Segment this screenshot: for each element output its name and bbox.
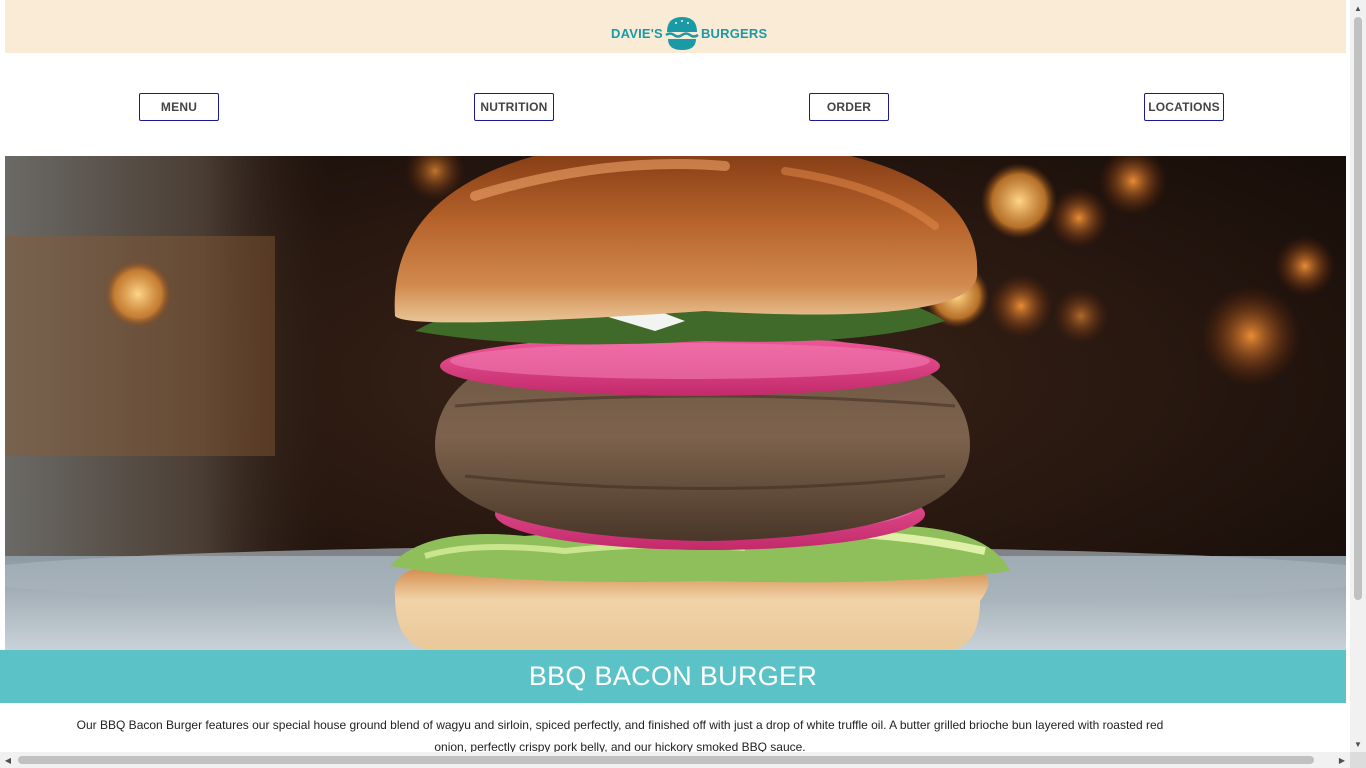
nav-nutrition-button[interactable]: NUTRITION [474,93,554,121]
burger-title: BBQ BACON BURGER [528,661,818,691]
brand-right-word: BURGERS [700,25,768,41]
nav-locations-button[interactable]: LOCATIONS [1144,93,1224,121]
burger-icon [665,17,699,50]
vertical-scroll-thumb[interactable] [1354,17,1362,600]
burger-photo [5,156,1346,650]
brand-left-word: DAVIE'S [611,25,663,41]
horizontal-scrollbar[interactable]: ◀ ▶ [0,752,1350,768]
vertical-scrollbar[interactable]: ▲ ▼ [1350,0,1366,752]
nav-order-button[interactable]: ORDER [809,93,889,121]
scroll-left-arrow-icon[interactable]: ◀ [0,752,16,768]
hero-burger-image [5,156,1346,650]
main-nav: MENU NUTRITION ORDER LOCATIONS [5,53,1346,156]
page: DAVIE'S BURGERS MENU NUTRITION ORDER LOC… [5,0,1346,752]
top-header: DAVIE'S BURGERS [5,0,1346,53]
scroll-up-arrow-icon[interactable]: ▲ [1350,0,1366,16]
scroll-down-arrow-icon[interactable]: ▼ [1350,736,1366,752]
scroll-right-arrow-icon[interactable]: ▶ [1334,752,1350,768]
nav-menu-button[interactable]: MENU [139,93,219,121]
horizontal-scroll-thumb[interactable] [18,756,1314,764]
burger-description: Our BBQ Bacon Burger features our specia… [76,718,1164,752]
hero-caption-bar: BBQ BACON BURGER [0,650,1346,703]
scrollbar-corner [1350,752,1366,768]
brand-logo[interactable]: DAVIE'S BURGERS [611,14,767,52]
